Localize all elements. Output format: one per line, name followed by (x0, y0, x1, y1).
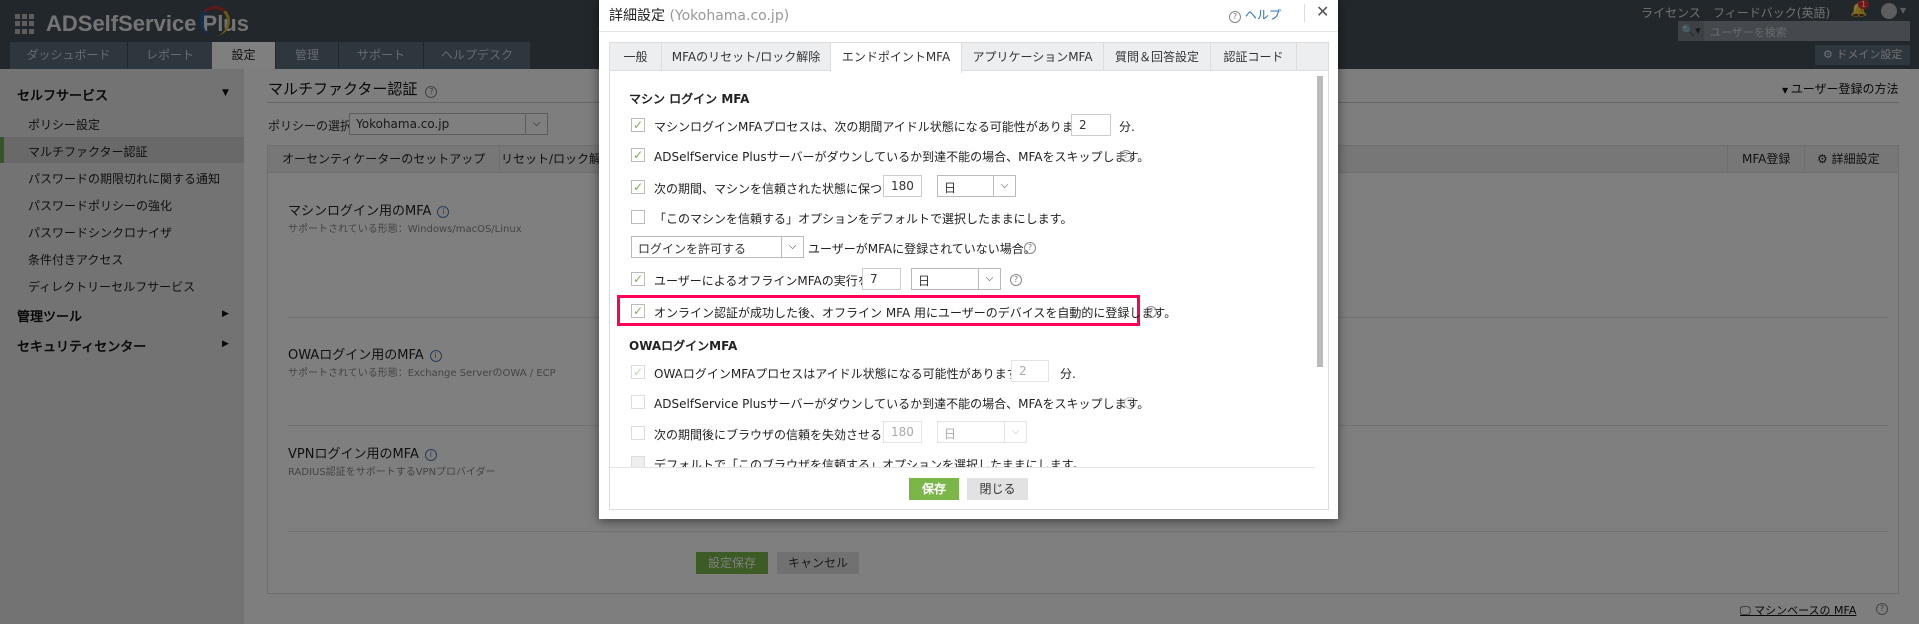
o1-unit: 分. (1060, 367, 1076, 381)
o3-checkbox[interactable] (631, 426, 645, 440)
help-icon[interactable]: ? (1024, 242, 1036, 254)
owa-idle-input[interactable]: 2 (1011, 360, 1049, 382)
m3-checkbox[interactable]: ✓ (631, 180, 645, 194)
m2-checkbox[interactable]: ✓ (631, 148, 645, 162)
m5-label: ユーザーがMFAに登録されていない場合。 (808, 242, 1036, 256)
owa-heading: OWAログインMFA (629, 339, 738, 353)
help-icon[interactable]: ? (1010, 274, 1022, 286)
o1-checkbox[interactable]: ✓ (631, 365, 645, 379)
close-icon[interactable]: ✕ (1316, 2, 1329, 21)
unenrolled-action-select[interactable]: ログインを許可する ⌵ (631, 236, 804, 258)
trust-unit-value: 日 (944, 181, 957, 195)
idle-minutes-input[interactable]: 2 (1071, 114, 1111, 136)
o4-label: デフォルトで「このブラウザを信頼する」オプションを選択したままにします。 (654, 458, 1085, 467)
o1-label: OWAログインMFAプロセスはアイドル状態になる可能性があります。 (654, 367, 1030, 381)
chevron-down-icon: ⌵ (978, 269, 1000, 289)
dialog-title-text: 詳細設定 (609, 8, 665, 24)
help-label: ヘルプ (1244, 8, 1281, 22)
dialog-save-button[interactable]: 保存 (909, 478, 959, 500)
divider (610, 467, 1315, 468)
machine-heading: マシン ログイン MFA (629, 92, 750, 106)
owa-trust-unit-value: 日 (944, 427, 957, 441)
chevron-down-icon: ⌵ (993, 176, 1015, 196)
o2-checkbox[interactable] (631, 395, 645, 409)
m1-label: マシンログインMFAプロセスは、次の期間アイドル状態になる可能性があります： (654, 120, 1098, 134)
m7-label: オンライン認証が成功した後、オフライン MFA 用にユーザーのデバイスを自動的に… (654, 306, 1177, 320)
trust-period-input[interactable]: 180 (883, 175, 922, 197)
dialog-title: 詳細設定 (Yokohama.co.jp) (609, 5, 789, 25)
m7-checkbox[interactable]: ✓ (631, 304, 645, 318)
scrollbar[interactable] (1317, 76, 1323, 367)
m1-unit: 分. (1119, 120, 1135, 134)
o2-label: ADSelfService Plusサーバーがダウンしているか到達不能の場合、M… (654, 397, 1150, 411)
owa-trust-unit-select[interactable]: 日 ⌵ (937, 421, 1027, 443)
m4-label: 「このマシンを信頼する」オプションをデフォルトで選択したままにします。 (654, 212, 1073, 226)
tab-general[interactable]: 一般 (610, 43, 662, 71)
offline-unit-select[interactable]: 日 ⌵ (911, 268, 1001, 290)
help-icon: ? (1229, 11, 1241, 23)
divider (599, 31, 1338, 32)
divider (1304, 4, 1305, 22)
chevron-down-icon: ⌵ (1004, 422, 1026, 442)
m3-label: 次の期間、マシンを信頼された状態に保つ： (654, 182, 895, 196)
m6-label: ユーザーによるオフラインMFAの実行を (654, 274, 870, 288)
dialog-subtitle: (Yokohama.co.jp) (669, 8, 790, 24)
trust-unit-select[interactable]: 日 ⌵ (937, 175, 1016, 197)
help-icon[interactable]: ? (1124, 397, 1136, 409)
m6-checkbox[interactable]: ✓ (631, 272, 645, 286)
m4-checkbox[interactable] (631, 210, 645, 224)
advanced-settings-dialog: 詳細設定 (Yokohama.co.jp) ? ヘルプ ✕ 一般 MFAのリセッ… (599, 0, 1338, 519)
tab-qa-settings[interactable]: 質問＆回答設定 (1104, 43, 1211, 71)
offline-period-input[interactable]: 7 (862, 268, 901, 290)
help-link[interactable]: ? ヘルプ (1229, 6, 1281, 23)
owa-section: OWAログインMFA ✓ OWAログインMFAプロセスはアイドル状態になる可能性… (610, 330, 1315, 467)
owa-trust-input[interactable]: 180 (883, 421, 922, 443)
dialog-tabs: 一般 MFAのリセット/ロック解除 エンドポイントMFA アプリケーションMFA… (609, 42, 1329, 73)
m2-label: ADSelfService Plusサーバーがダウンしているか到達不能の場合、M… (654, 150, 1150, 164)
tab-endpoint-mfa[interactable]: エンドポイントMFA (831, 43, 962, 73)
tab-verification-code[interactable]: 認証コード (1211, 43, 1297, 71)
m1-checkbox[interactable]: ✓ (631, 118, 645, 132)
help-icon[interactable]: ? (1120, 150, 1132, 162)
o4-checkbox[interactable] (631, 456, 645, 467)
o3-label: 次の期間後にブラウザの信頼を失効させる： (654, 428, 895, 442)
unenrolled-action-value: ログインを許可する (638, 242, 747, 256)
offline-unit-value: 日 (918, 274, 931, 288)
chevron-down-icon: ⌵ (781, 237, 803, 257)
help-icon[interactable]: ? (1145, 306, 1157, 318)
tab-mfa-reset-unlock[interactable]: MFAのリセット/ロック解除 (662, 43, 831, 71)
tab-application-mfa[interactable]: アプリケーションMFA (962, 43, 1104, 71)
dialog-close-button[interactable]: 閉じる (967, 478, 1028, 500)
